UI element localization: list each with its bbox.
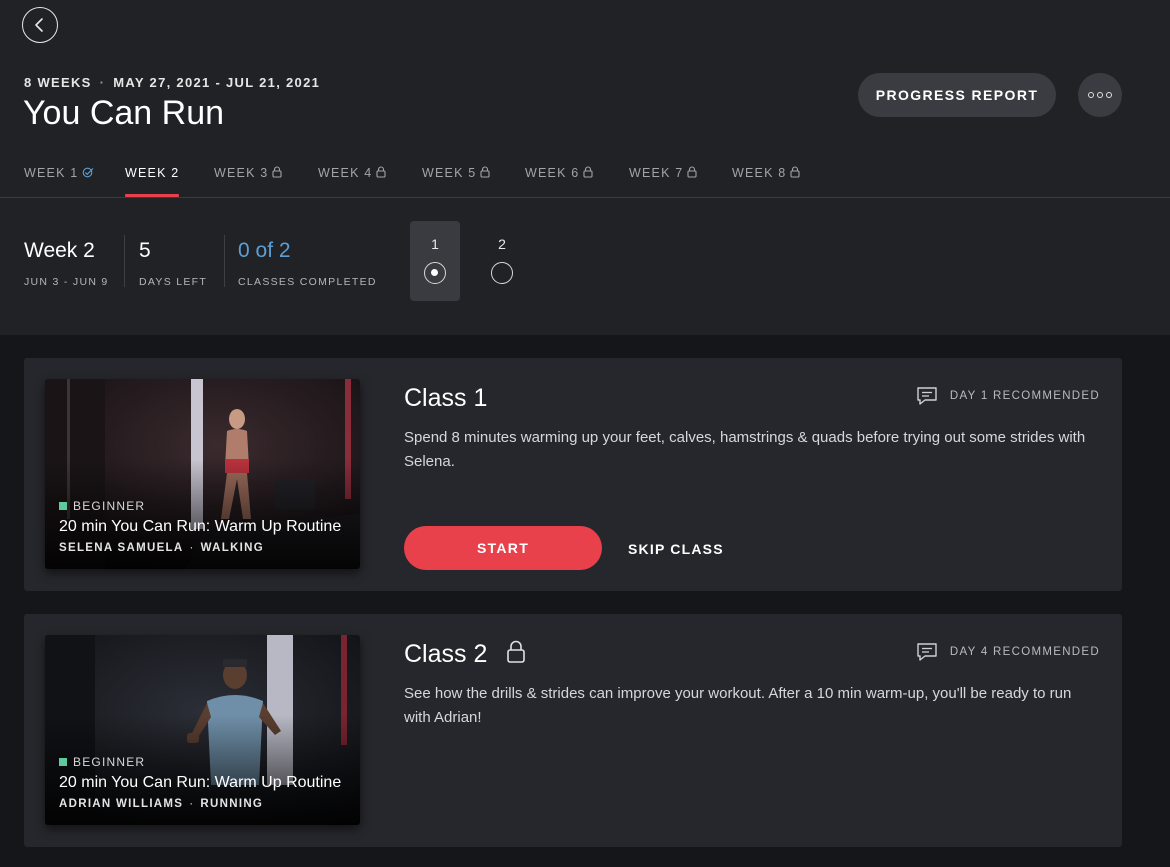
tab-week-6[interactable]: WEEK 6 xyxy=(525,166,593,198)
class-card-1: BEGINNER 20 min You Can Run: Warm Up Rou… xyxy=(24,358,1122,591)
thumbnail-instructor: ADRIAN WILLIAMS · RUNNING xyxy=(59,798,264,810)
classes-completed-label: CLASSES COMPLETED xyxy=(238,276,377,288)
tab-week-4[interactable]: WEEK 4 xyxy=(318,166,386,198)
week-tabs: WEEK 1 WEEK 2 WEEK 3 WEEK 4 WEEK 5 WEEK … xyxy=(0,166,1170,198)
chat-bubble-icon xyxy=(917,643,937,661)
skip-class-button[interactable]: SKIP CLASS xyxy=(628,541,724,557)
lock-icon xyxy=(272,166,282,178)
chevron-left-icon xyxy=(35,18,43,32)
more-dots-icon xyxy=(1088,92,1094,98)
week-label: Week 2 xyxy=(24,239,95,262)
tab-week-3[interactable]: WEEK 3 xyxy=(214,166,282,198)
tab-week-1[interactable]: WEEK 1 xyxy=(24,166,94,198)
thumbnail-instructor: SELENA SAMUELA · WALKING xyxy=(59,542,265,554)
lock-icon xyxy=(480,166,490,178)
radio-selected-icon xyxy=(424,262,446,284)
stat-separator xyxy=(224,235,225,287)
days-left-value: 5 xyxy=(139,239,151,262)
chat-bubble-icon xyxy=(917,387,937,405)
class-title: Class 2 xyxy=(404,640,488,668)
classes-completed-value: 0 of 2 xyxy=(238,239,291,262)
class-card-2: BEGINNER 20 min You Can Run: Warm Up Rou… xyxy=(24,614,1122,847)
check-icon xyxy=(83,167,94,178)
thumbnail-class-title: 20 min You Can Run: Warm Up Routine xyxy=(59,518,342,535)
day-recommended: DAY 4 RECOMMENDED xyxy=(916,642,1100,662)
page-title: You Can Run xyxy=(23,94,225,132)
program-duration: 8 WEEKS xyxy=(24,75,92,90)
days-left-label: DAYS LEFT xyxy=(139,276,208,288)
day-recommended: DAY 1 RECOMMENDED xyxy=(916,386,1100,406)
class-title: Class 1 xyxy=(404,384,488,412)
beginner-indicator-icon xyxy=(59,758,67,766)
class-description: Spend 8 minutes warming up your feet, ca… xyxy=(404,429,1086,470)
class-description: See how the drills & strides can improve… xyxy=(404,685,1072,726)
lock-icon xyxy=(507,640,525,663)
thumbnail-class-title: 20 min You Can Run: Warm Up Routine xyxy=(59,774,342,791)
more-options-button[interactable] xyxy=(1078,73,1122,117)
tabs-divider xyxy=(0,197,1170,198)
start-button[interactable]: START xyxy=(404,526,602,570)
radio-unselected-icon xyxy=(491,262,513,284)
level-badge: BEGINNER xyxy=(59,499,145,513)
class-selector-2[interactable]: 2 xyxy=(477,221,527,301)
tab-week-8[interactable]: WEEK 8 xyxy=(732,166,800,198)
tab-week-5[interactable]: WEEK 5 xyxy=(422,166,490,198)
stat-separator xyxy=(124,235,125,287)
lock-icon xyxy=(687,166,697,178)
tab-week-2[interactable]: WEEK 2 xyxy=(125,166,180,198)
tab-week-7[interactable]: WEEK 7 xyxy=(629,166,697,198)
program-meta: 8 WEEKS · MAY 27, 2021 - JUL 21, 2021 xyxy=(24,75,321,90)
lock-icon xyxy=(790,166,800,178)
week-dates: JUN 3 - JUN 9 xyxy=(24,276,109,288)
level-badge: BEGINNER xyxy=(59,755,145,769)
program-header: 8 WEEKS · MAY 27, 2021 - JUL 21, 2021 You … xyxy=(0,0,1170,335)
beginner-indicator-icon xyxy=(59,502,67,510)
lock-icon xyxy=(583,166,593,178)
class-thumbnail-1[interactable]: BEGINNER 20 min You Can Run: Warm Up Rou… xyxy=(45,379,360,569)
class-thumbnail-2[interactable]: BEGINNER 20 min You Can Run: Warm Up Rou… xyxy=(45,635,360,825)
class-selector-1[interactable]: 1 xyxy=(410,221,460,301)
program-date-range: MAY 27, 2021 - JUL 21, 2021 xyxy=(113,75,321,90)
progress-report-button[interactable]: PROGRESS REPORT xyxy=(858,73,1056,117)
lock-icon xyxy=(376,166,386,178)
back-button[interactable] xyxy=(22,7,58,43)
